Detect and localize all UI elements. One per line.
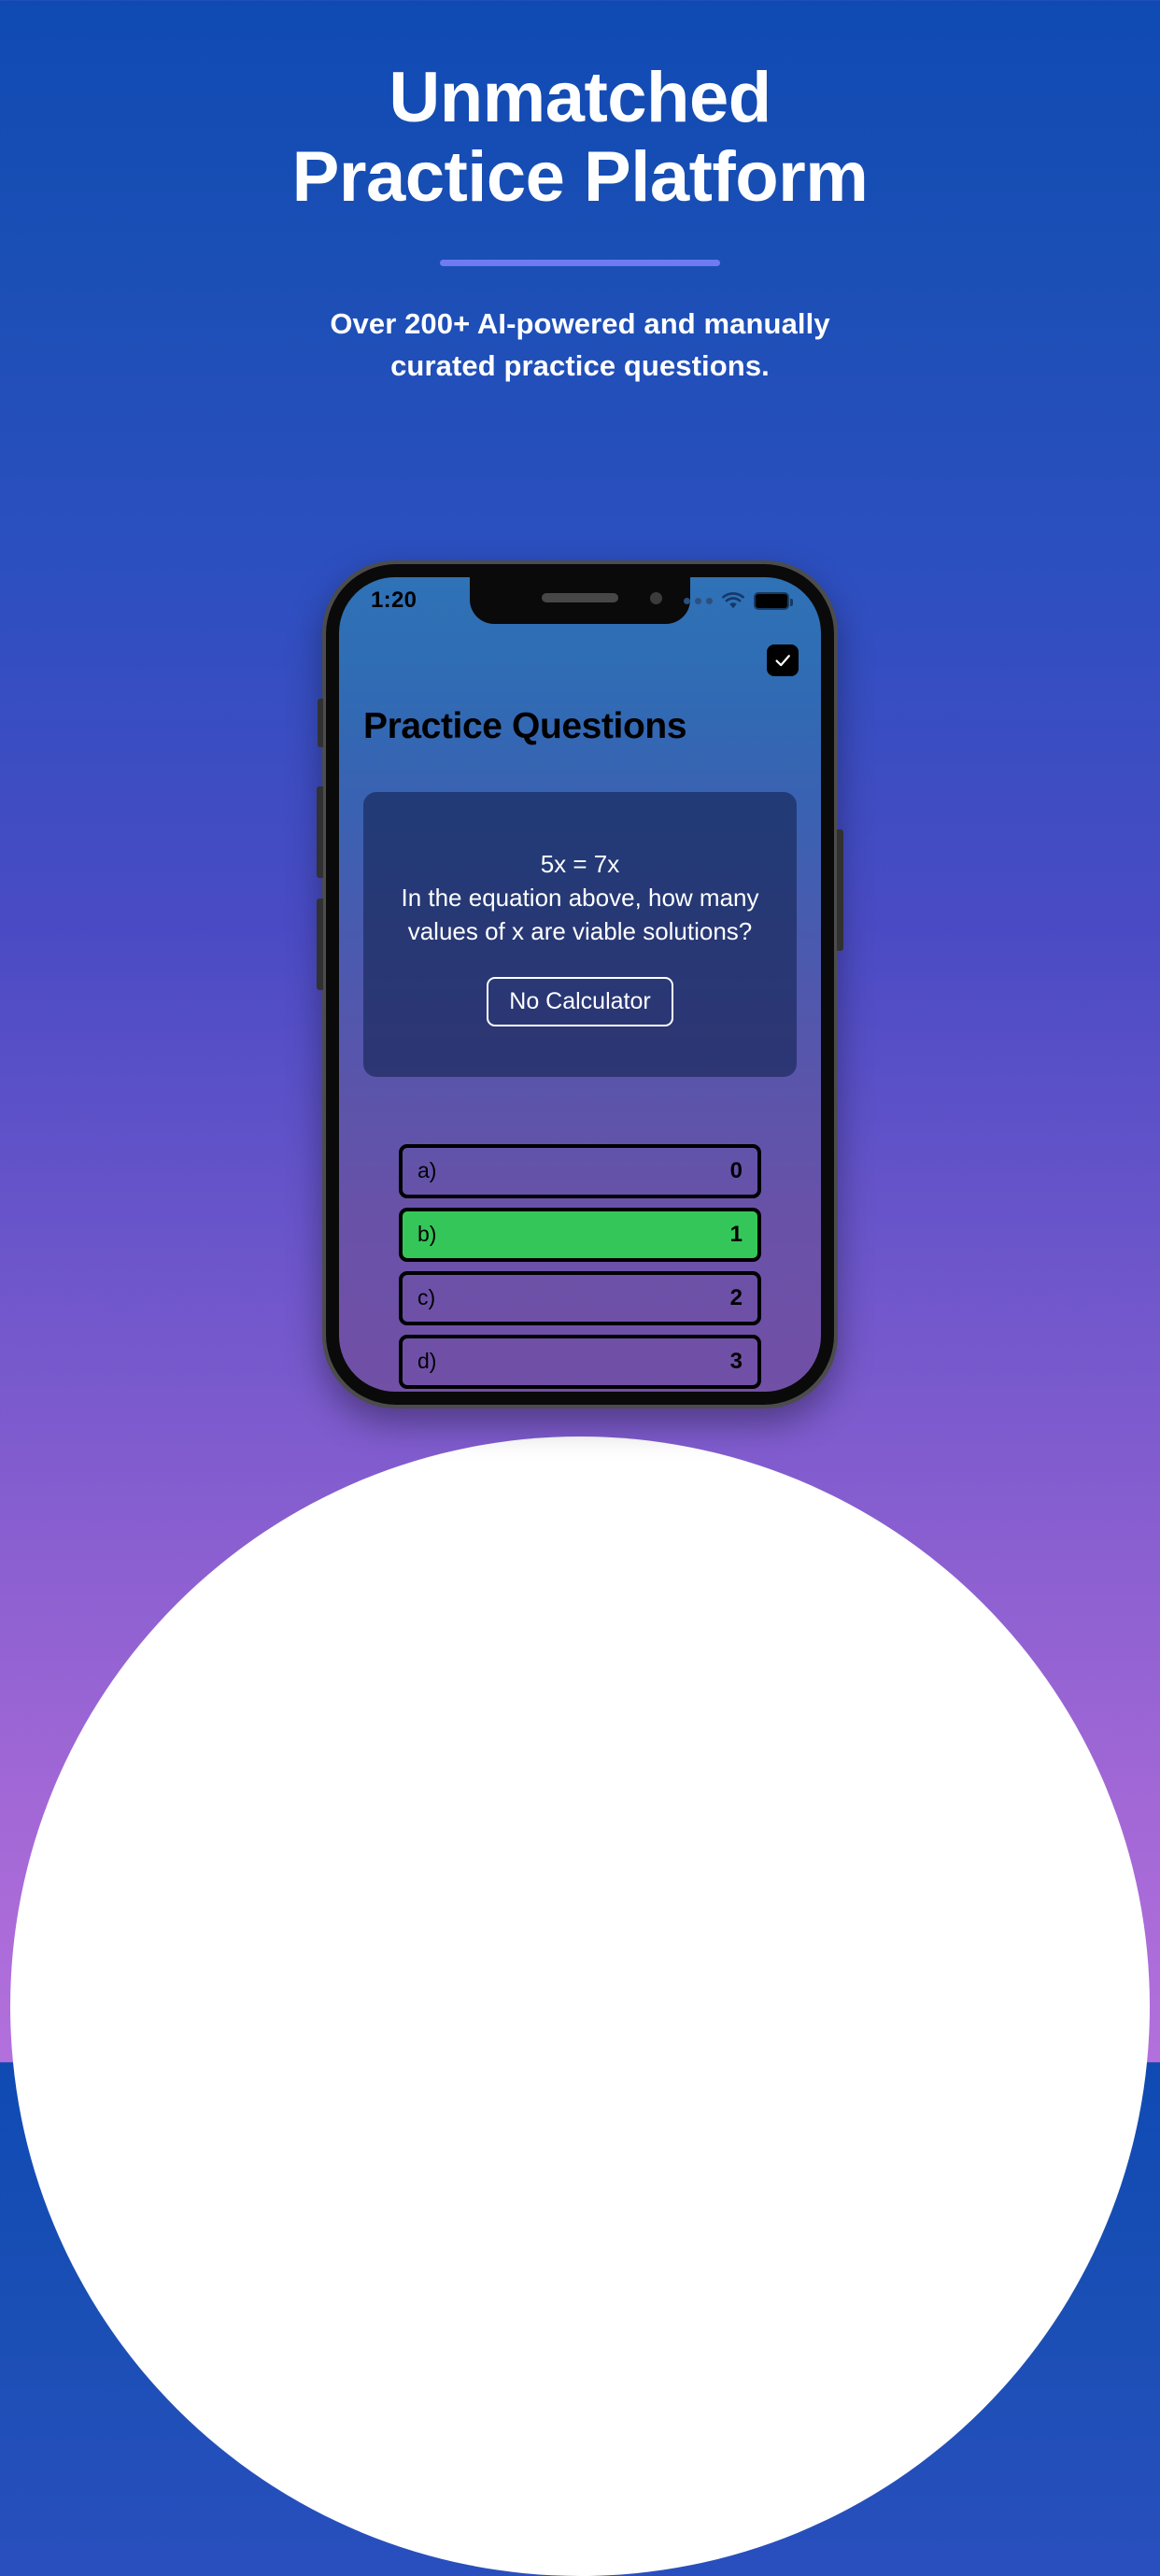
wifi-icon — [721, 591, 745, 610]
checkbox-checked-icon[interactable] — [767, 644, 799, 676]
status-bar-indicators — [684, 591, 793, 610]
answer-option-value: 0 — [729, 1157, 743, 1183]
question-equation: 5x = 7x — [540, 850, 620, 878]
app-main-area: Practice Questions 5x = 7x In the equati… — [339, 624, 821, 1392]
power-button[interactable] — [837, 829, 843, 951]
answer-option-c[interactable]: c) 2 — [399, 1270, 761, 1325]
phone-mockup: 1:20 Practice Questions 5x = 7x In the e… — [317, 560, 843, 1408]
page-title: Practice Questions — [363, 706, 687, 746]
answer-options-list: a) 0 b) 1 c) 2 d) 3 — [363, 1143, 797, 1389]
hero-title-line-1: Unmatched — [389, 58, 771, 137]
battery-icon — [754, 591, 793, 610]
status-bar: 1:20 — [339, 577, 821, 624]
hero-title: Unmatched Practice Platform — [0, 58, 1160, 217]
answer-option-value: 3 — [729, 1348, 743, 1374]
answer-option-d[interactable]: d) 3 — [399, 1334, 761, 1389]
answer-option-letter: d) — [417, 1349, 437, 1374]
question-prompt-line-1: In the equation above, how many — [401, 883, 759, 912]
hero-title-line-2: Practice Platform — [291, 137, 869, 218]
hero-subtitle-line-2: curated practice questions. — [390, 349, 770, 383]
answer-option-value: 1 — [729, 1221, 743, 1247]
silent-switch-button[interactable] — [318, 699, 323, 747]
background-circle-decoration — [10, 1437, 1150, 2576]
app-content: Practice Questions 5x = 7x In the equati… — [339, 624, 821, 1392]
answer-option-b[interactable]: b) 1 — [399, 1207, 761, 1262]
question-prompt-line-2: values of x are viable solutions? — [407, 916, 753, 945]
phone-screen: 1:20 Practice Questions 5x = 7x In the e… — [339, 577, 821, 1392]
hero-divider — [440, 260, 720, 267]
signal-dots-icon — [684, 597, 713, 604]
hero-subtitle: Over 200+ AI-powered and manually curate… — [0, 304, 1160, 388]
answer-option-value: 2 — [729, 1284, 743, 1310]
no-calculator-badge: No Calculator — [487, 976, 673, 1026]
hero-subtitle-line-1: Over 200+ AI-powered and manually — [330, 307, 830, 341]
question-card: 5x = 7x In the equation above, how many … — [363, 792, 797, 1077]
answer-option-letter: a) — [417, 1158, 437, 1183]
volume-up-button[interactable] — [317, 786, 323, 878]
answer-option-letter: c) — [417, 1285, 436, 1310]
status-bar-time: 1:20 — [371, 587, 417, 613]
answer-option-letter: b) — [417, 1222, 437, 1247]
next-button-container: Next — [363, 1389, 797, 1392]
answer-option-a[interactable]: a) 0 — [399, 1143, 761, 1198]
volume-down-button[interactable] — [317, 899, 323, 990]
hero-section: Unmatched Practice Platform Over 200+ AI… — [0, 0, 1160, 388]
